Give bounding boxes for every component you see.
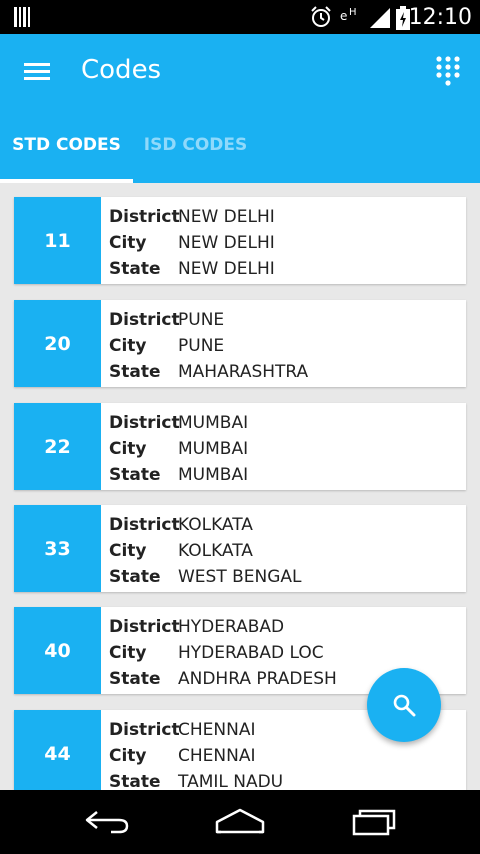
state-value: WEST BENGAL [178,567,302,587]
status-bar: e H 12:10 [0,0,480,34]
dialpad-icon[interactable] [436,56,460,86]
city-label: City [109,746,147,766]
code-badge: 44 [14,710,101,790]
city-value: CHENNAI [178,746,256,766]
code-badge: 20 [14,300,101,387]
district-label: District [109,413,180,433]
city-value: KOLKATA [178,541,253,561]
alarm-icon [311,6,331,27]
city-value: MUMBAI [178,439,249,459]
app-bar: Codes STD CODES ISD CODES [0,34,480,183]
city-value: PUNE [178,336,225,356]
barcode-notification-icon [14,7,30,27]
district-value: HYDERABAD [178,617,285,637]
code-card[interactable]: 20 District PUNE City PUNE State MAHARASHTR… [14,300,466,387]
svg-text:H: H [349,7,357,18]
state-label: State [109,259,161,279]
district-value: CHENNAI [178,720,256,740]
svg-text:e: e [340,9,347,23]
city-label: City [109,643,147,663]
code-card[interactable]: 33 District KOLKATA City KOLKATA State WEST… [14,505,466,592]
state-label: State [109,669,161,689]
search-icon [393,694,416,717]
state-label: State [109,465,161,485]
city-label: City [109,336,147,356]
navigation-bar [0,790,480,854]
district-label: District [109,310,180,330]
tab-isd-codes[interactable]: ISD CODES [133,126,258,183]
code-badge: 40 [14,607,101,694]
home-icon[interactable] [215,808,265,836]
district-value: NEW DELHI [178,207,275,227]
district-value: KOLKATA [178,515,253,535]
state-value: NEW DELHI [178,259,275,279]
status-time: 12:10 [408,5,472,30]
page-title: Codes [81,55,162,85]
state-value: MAHARASHTRA [178,362,309,382]
district-value: PUNE [178,310,225,330]
state-label: State [109,567,161,587]
district-value: MUMBAI [178,413,249,433]
city-value: HYDERABAD LOC [178,643,324,663]
back-icon[interactable] [83,808,131,836]
code-card[interactable]: 22 District MUMBAI City MUMBAI State MUMBAI [14,403,466,490]
hamburger-menu-icon[interactable] [24,61,52,83]
code-card[interactable]: 11 District NEW DELHI City NEW DELHI State… [14,197,466,284]
state-value: MUMBAI [178,465,249,485]
state-label: State [109,772,161,790]
tab-std-codes[interactable]: STD CODES [0,126,133,183]
state-value: ANDHRA PRADESH [178,669,337,689]
search-fab-button[interactable] [367,668,441,742]
city-value: NEW DELHI [178,233,275,253]
code-badge: 11 [14,197,101,284]
district-label: District [109,720,180,740]
district-label: District [109,617,180,637]
network-type-icon: e H [340,7,357,23]
state-value: TAMIL NADU [178,772,284,790]
signal-icon [370,8,390,28]
code-badge: 33 [14,505,101,592]
city-label: City [109,439,147,459]
code-badge: 22 [14,403,101,490]
city-label: City [109,541,147,561]
recent-apps-icon[interactable] [350,808,398,836]
tab-bar: STD CODES ISD CODES [0,126,480,183]
district-label: District [109,515,180,535]
district-label: District [109,207,180,227]
state-label: State [109,362,161,382]
city-label: City [109,233,147,253]
